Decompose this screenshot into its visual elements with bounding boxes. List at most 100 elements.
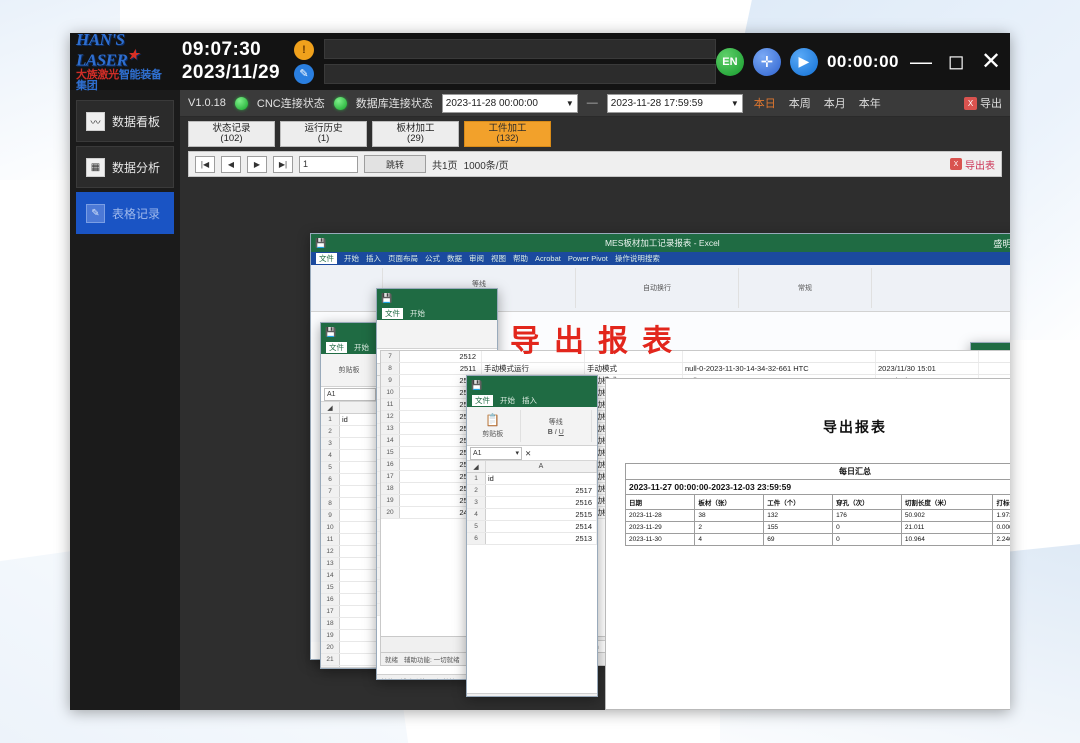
ribbon-tab-file[interactable]: 文件 [326,342,347,353]
pager-export-button[interactable]: X 导出表 [950,157,995,172]
ribbon-tab-home[interactable]: 开始 [410,308,425,319]
row-number: 17 [321,606,340,617]
warning-icon[interactable]: ! [294,40,314,60]
excel-farleft-titlebar[interactable]: 💾 [377,289,497,307]
cell-state[interactable]: 手动模式运行 [482,363,585,374]
excel-middle-name-box[interactable]: A1 ▾ [470,447,522,460]
play-icon[interactable]: ▶ [790,48,818,76]
chevron-down-icon[interactable]: ▾ [515,449,519,457]
save-icon[interactable]: 💾 [325,327,336,338]
excel-back-titlebar[interactable]: 💾 MES板材加工记录报表 - Excel 盛明水 ▭ — ◻ ✕ [311,234,1010,252]
tab-sheet-processing[interactable]: 板材加工 (29) [372,121,459,147]
close-button[interactable]: ✕ [978,47,1004,76]
excel-middle-grid[interactable]: ◢ A 1id 22517 32516 42515 52514 62513 [467,461,597,693]
ribbon-tab-formula[interactable]: 公式 [425,253,440,264]
sidebar-item-label: 数据分析 [112,159,160,176]
table-row[interactable]: 62513 [467,533,597,545]
cell-a4[interactable]: 2515 [486,509,597,520]
maximize-button[interactable]: ◻ [943,49,969,74]
number-format-value[interactable]: 常规 [798,283,812,293]
cell-a5[interactable]: 2514 [486,521,597,532]
ribbon-tab-file[interactable]: 文件 [382,308,403,319]
row-number: 3 [321,438,340,449]
ribbon-tab-view[interactable]: 视图 [491,253,506,264]
ribbon-tab-review[interactable]: 审阅 [469,253,484,264]
pager-last-button[interactable]: ▶| [273,156,293,173]
export-report-document[interactable]: 导出报表 每日汇总 2023-11-27 00:00:00-2023-12-03… [605,378,1010,710]
ribbon-tab-insert[interactable]: 插入 [366,253,381,264]
ribbon-tab-file[interactable]: 文件 [472,395,493,406]
sidebar-item-analysis[interactable]: ▦ 数据分析 [76,146,174,188]
cell-tag[interactable]: null-0-2023-11-30-14-34-32-661 HTC [683,363,876,374]
font-name-value[interactable]: 等线 [472,279,486,289]
quick-range-today[interactable]: 本日 [752,95,778,111]
ribbon-tab-layout[interactable]: 页面布局 [388,253,418,264]
pager-jump-button[interactable]: 跳转 [364,155,426,173]
cell-tag[interactable] [683,351,876,362]
move-axis-icon[interactable]: ✛ [753,48,781,76]
paste-icon[interactable]: 📋 [485,413,500,427]
export-button[interactable]: X 导出 [964,95,1002,111]
cell-a6[interactable]: 2513 [486,533,597,544]
table-row[interactable]: 42515 [467,509,597,521]
ribbon-tab-data[interactable]: 数据 [447,253,462,264]
ribbon-tab-powerpivot[interactable]: Power Pivot [568,254,608,263]
col-a[interactable]: A [486,461,597,472]
tab-part-processing[interactable]: 工件加工 (132) [464,121,551,147]
table-row[interactable]: 1id [467,473,597,485]
ribbon-tab-insert[interactable]: 插入 [522,395,537,406]
corner-cell[interactable]: ◢ [467,461,486,472]
ribbon-tab-help[interactable]: 帮助 [513,253,528,264]
table-row[interactable]: 52514 [467,521,597,533]
table-row[interactable]: 82511手动模式运行手动模式null-0-2023-11-30-14-34-3… [381,363,1010,375]
ribbon-search[interactable]: 操作说明搜索 [615,253,660,264]
ribbon-tab-home[interactable]: 开始 [500,395,515,406]
minimize-button[interactable]: — [908,49,934,75]
cell-start-time[interactable] [876,351,979,362]
save-icon[interactable]: 💾 [315,238,326,249]
cell-start-time[interactable]: 2023/11/30 15:01 [876,363,979,374]
cell-id[interactable]: 2512 [400,351,482,362]
cell-duration[interactable] [979,351,1010,362]
pager-first-button[interactable]: |◀ [195,156,215,173]
cell-a2[interactable]: 2517 [486,485,597,496]
pager-prev-button[interactable]: ◀ [221,156,241,173]
ribbon-tab-home[interactable]: 开始 [344,253,359,264]
ribbon-tab-acrobat[interactable]: Acrobat [535,254,561,263]
tab-status-records[interactable]: 状态记录 (102) [188,121,275,147]
table-row[interactable]: 725122023/11/30 15:12 [381,351,1010,363]
tab-run-history[interactable]: 运行历史 (1) [280,121,367,147]
table-row[interactable]: 32516 [467,497,597,509]
sidebar-item-table-records[interactable]: ✎ 表格记录 [76,192,174,234]
cell-id[interactable]: 2511 [400,363,482,374]
ribbon-tab-file[interactable]: 文件 [316,253,337,264]
cell-duration[interactable]: 0:00:00 [979,363,1010,374]
excel-middle-titlebar[interactable]: 💾 [467,376,597,394]
brand-logo: HAN'S LASER★ 大族激光智能装备集团 [76,33,170,92]
date-to-picker[interactable]: 2023-11-28 17:59:59 ▼ [607,94,743,113]
date-from-picker[interactable]: 2023-11-28 00:00:00 ▼ [442,94,578,113]
quick-range-week[interactable]: 本周 [787,95,813,111]
cell-a3[interactable]: 2516 [486,497,597,508]
pager-next-button[interactable]: ▶ [247,156,267,173]
pen-icon[interactable]: ✎ [294,64,314,84]
language-button[interactable]: EN [716,48,744,76]
pager-page-input[interactable]: 1 [299,156,358,173]
font-name-value[interactable]: 等线 [549,417,563,427]
ribbon-tab-home[interactable]: 开始 [354,342,369,353]
save-icon[interactable]: 💾 [471,380,482,391]
save-icon[interactable]: 💾 [381,293,392,304]
wrap-text-label[interactable]: 自动换行 [643,283,671,293]
sidebar-item-dashboard[interactable]: 〰 数据看板 [76,100,174,142]
cell-a1[interactable]: id [486,473,597,484]
bold-italic-underline[interactable]: B I U [548,429,564,436]
cell-mode[interactable]: 手动模式 [585,363,683,374]
excel-window-middle[interactable]: 💾 文件 开始 插入 📋 剪贴板 等线 B I U [466,375,598,697]
quick-range-year[interactable]: 本年 [857,95,883,111]
excel-middle-formula-bar[interactable]: A1 ▾ ✕ [467,446,597,461]
table-row[interactable]: 22517 [467,485,597,497]
corner-cell[interactable]: ◢ [321,402,340,413]
excel-left-name-box[interactable]: A1 [324,388,376,401]
quick-range-month[interactable]: 本月 [822,95,848,111]
cancel-formula-icon[interactable]: ✕ [525,449,531,458]
